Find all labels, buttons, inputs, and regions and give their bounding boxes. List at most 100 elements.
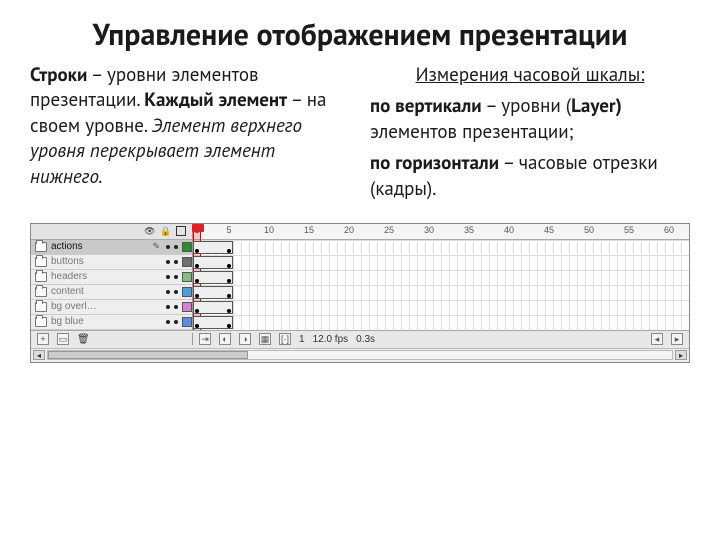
timeline-panel: 151015202530354045505560 actionsbuttonsh… [30, 223, 690, 363]
ruler-tick: 30 [424, 225, 434, 235]
edit-frames-button[interactable]: ▦ [259, 333, 271, 345]
scrollbar-thumb[interactable] [48, 351, 248, 359]
layer-row[interactable]: headers [31, 270, 192, 285]
frame-grid [193, 240, 689, 330]
layer-name: headers [51, 271, 162, 282]
ruler-tick: 55 [624, 225, 634, 235]
folder-icon [35, 242, 47, 252]
slide-columns: Строки – уровни элементов презентации. К… [30, 63, 690, 209]
timeline-scrollbar[interactable]: ◂ ▸ [31, 348, 689, 362]
layer-footer-controls: + ▭ [31, 333, 193, 345]
ruler-tick: 25 [384, 225, 394, 235]
ruler-tick: 5 [226, 225, 231, 235]
keyframe-icon[interactable] [195, 309, 199, 313]
left-paragraph: Строки – уровни элементов презентации. К… [30, 63, 350, 191]
scroll-right-icon[interactable]: ▸ [671, 333, 683, 345]
right-paragraph-2: по горизонтали – часовые отрезки (кадры)… [370, 151, 690, 202]
slide-title: Управление отображением презентации [30, 18, 690, 53]
text: элементов презентации; [370, 120, 574, 144]
lock-icon[interactable] [160, 226, 170, 236]
time-display: 0.3s [356, 334, 375, 345]
color-swatch[interactable] [182, 257, 192, 267]
layer-name: actions [51, 241, 148, 252]
keyframe-icon[interactable] [227, 264, 231, 268]
current-frame: 1 [299, 334, 305, 345]
layer-list: actions buttonsheaders content bg overl…bg … [31, 240, 193, 330]
frame-area[interactable] [193, 240, 689, 330]
visibility-dot[interactable] [166, 245, 170, 249]
keyframe-icon[interactable] [227, 309, 231, 313]
timeline-footer: + ▭ ⇥ ◐ ◑ ▦ [·] 1 12.0 fps 0.3s ◂ ▸ [31, 330, 689, 348]
marker-button[interactable]: [·] [279, 333, 291, 345]
color-swatch[interactable] [182, 242, 192, 252]
onion-skin-button[interactable]: ◐ [219, 333, 231, 345]
folder-icon [35, 317, 47, 327]
lock-dot[interactable] [174, 275, 178, 279]
term-layer: Layer) [571, 94, 622, 118]
visibility-dot[interactable] [166, 290, 170, 294]
delete-layer-button[interactable] [77, 334, 90, 345]
folder-icon [35, 272, 47, 282]
folder-icon [35, 287, 47, 297]
term-vertical: по вертикали [370, 94, 482, 118]
ruler-tick: 15 [304, 225, 314, 235]
onion-outline-button[interactable]: ◑ [239, 333, 251, 345]
lock-dot[interactable] [174, 320, 178, 324]
ruler-tick: 10 [264, 225, 274, 235]
keyframe-icon[interactable] [227, 324, 231, 328]
ruler-tick: 20 [344, 225, 354, 235]
color-swatch[interactable] [182, 272, 192, 282]
ruler-tick: 60 [664, 225, 674, 235]
layer-row[interactable]: actions [31, 240, 192, 255]
layer-row[interactable]: bg blue [31, 315, 192, 330]
ruler-tick: 35 [464, 225, 474, 235]
visibility-dot[interactable] [166, 320, 170, 324]
lock-dot[interactable] [174, 260, 178, 264]
fps-display: 12.0 fps [313, 334, 349, 345]
timeline-header: 151015202530354045505560 [31, 224, 689, 240]
layer-name: content [51, 286, 162, 297]
visibility-dot[interactable] [166, 305, 170, 309]
scrollbar-track[interactable] [47, 350, 673, 360]
insert-folder-button[interactable]: ▭ [57, 333, 69, 345]
keyframe-icon[interactable] [227, 279, 231, 283]
layer-row[interactable]: buttons [31, 255, 192, 270]
pencil-icon [152, 241, 162, 252]
color-swatch[interactable] [182, 302, 192, 312]
outline-toggle-icon[interactable] [176, 226, 186, 236]
ruler-tick: 45 [544, 225, 554, 235]
right-column: Измерения часовой шкалы: по вертикали – … [370, 63, 690, 209]
center-frame-button[interactable]: ⇥ [199, 333, 211, 345]
layer-header-controls [31, 224, 193, 239]
color-swatch[interactable] [182, 317, 192, 327]
ruler-tick: 50 [584, 225, 594, 235]
layer-name: bg blue [51, 316, 162, 327]
keyframe-icon[interactable] [195, 294, 199, 298]
keyframe-icon[interactable] [195, 264, 199, 268]
insert-layer-button[interactable]: + [37, 333, 49, 345]
scroll-right-button[interactable]: ▸ [675, 350, 687, 360]
scroll-left-button[interactable]: ◂ [33, 350, 45, 360]
ruler-tick: 40 [504, 225, 514, 235]
layer-row[interactable]: bg overl… [31, 300, 192, 315]
lock-dot[interactable] [174, 290, 178, 294]
keyframe-icon[interactable] [195, 324, 199, 328]
color-swatch[interactable] [182, 287, 192, 297]
frame-ruler[interactable]: 151015202530354045505560 [193, 224, 689, 239]
term-horizontal: по горизонтали [370, 151, 499, 175]
keyframe-icon[interactable] [227, 294, 231, 298]
term-rows: Строки [30, 63, 87, 87]
scroll-left-icon[interactable]: ◂ [651, 333, 663, 345]
layer-row[interactable]: content [31, 285, 192, 300]
left-column: Строки – уровни элементов презентации. К… [30, 63, 350, 209]
lock-dot[interactable] [174, 245, 178, 249]
keyframe-icon[interactable] [195, 279, 199, 283]
folder-icon [35, 257, 47, 267]
visibility-dot[interactable] [166, 260, 170, 264]
keyframe-icon[interactable] [227, 249, 231, 253]
visibility-dot[interactable] [166, 275, 170, 279]
keyframe-icon[interactable] [195, 249, 199, 253]
eye-icon[interactable] [144, 226, 154, 236]
right-paragraph-1: по вертикали – уровни (Layer) элементов … [370, 94, 690, 145]
lock-dot[interactable] [174, 305, 178, 309]
